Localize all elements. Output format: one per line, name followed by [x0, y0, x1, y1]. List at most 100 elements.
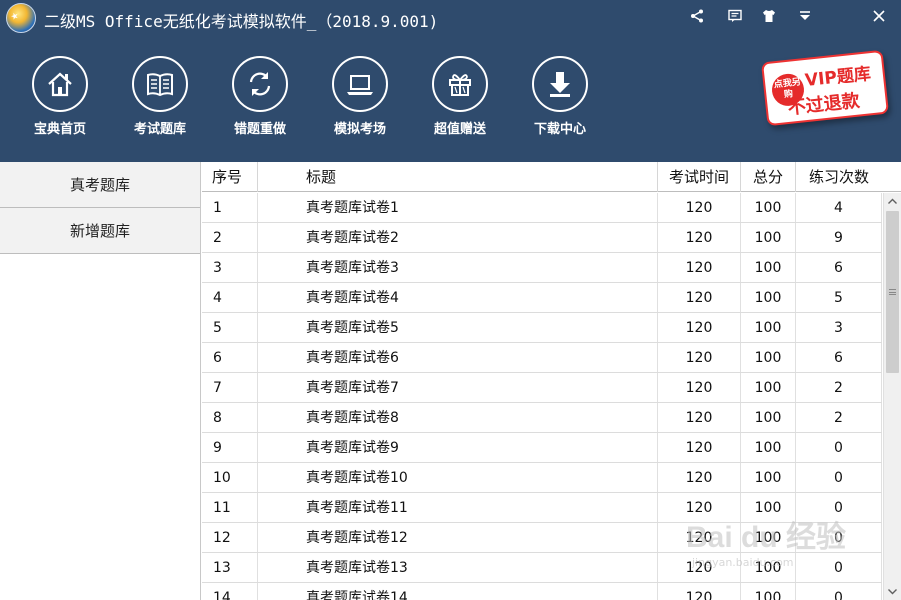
- skin-icon[interactable]: [758, 6, 780, 28]
- scroll-up-arrow-icon[interactable]: [884, 193, 901, 210]
- cell-practice-count: 0: [796, 433, 882, 462]
- cell-practice-count: 2: [796, 373, 882, 402]
- cell-total-score: 100: [741, 583, 796, 600]
- cell-exam-time: 120: [658, 493, 741, 522]
- cell-exam-time: 120: [658, 343, 741, 372]
- table-row[interactable]: 14 真考题库试卷14 120 100 0: [202, 583, 882, 600]
- cell-practice-count: 0: [796, 493, 882, 522]
- cell-title: 真考题库试卷1: [258, 193, 658, 222]
- cell-index: 10: [202, 463, 258, 492]
- toolbar-item-label: 下载中心: [533, 122, 586, 137]
- toolbar-item-label: 错题重做: [233, 122, 286, 137]
- cell-practice-count: 4: [796, 193, 882, 222]
- column-header-exam-time[interactable]: 考试时间: [658, 162, 741, 192]
- column-header-index[interactable]: 序号: [202, 162, 258, 192]
- cell-practice-count: 5: [796, 283, 882, 312]
- close-icon[interactable]: [868, 6, 890, 28]
- window-title: 二级MS Office无纸化考试模拟软件_（2018.9.001): [44, 12, 439, 31]
- cell-title: 真考题库试卷11: [258, 493, 658, 522]
- cell-title: 真考题库试卷12: [258, 523, 658, 552]
- table-row[interactable]: 4 真考题库试卷4 120 100 5: [202, 283, 882, 313]
- cell-total-score: 100: [741, 463, 796, 492]
- cell-practice-count: 6: [796, 343, 882, 372]
- cell-title: 真考题库试卷7: [258, 373, 658, 402]
- cell-index: 3: [202, 253, 258, 282]
- cell-total-score: 100: [741, 373, 796, 402]
- scrollbar-thumb[interactable]: [886, 211, 899, 373]
- cell-title: 真考题库试卷10: [258, 463, 658, 492]
- main-toolbar: 宝典首页 考试题库 错题重做 模拟考场 超值赠送 下载中心: [0, 44, 720, 144]
- refresh-icon: [232, 56, 288, 112]
- table-row[interactable]: 6 真考题库试卷6 120 100 6: [202, 343, 882, 373]
- cell-total-score: 100: [741, 553, 796, 582]
- cell-practice-count: 3: [796, 313, 882, 342]
- laptop-icon: [332, 56, 388, 112]
- cell-exam-time: 120: [658, 523, 741, 552]
- cell-index: 7: [202, 373, 258, 402]
- cell-title: 真考题库试卷4: [258, 283, 658, 312]
- share-icon[interactable]: [686, 6, 708, 28]
- toolbar-item-mock-exam[interactable]: 模拟考场: [320, 56, 400, 137]
- cell-exam-time: 120: [658, 193, 741, 222]
- cell-title: 真考题库试卷3: [258, 253, 658, 282]
- cell-index: 1: [202, 193, 258, 222]
- vertical-scrollbar[interactable]: [883, 193, 901, 600]
- column-header-title[interactable]: 标题: [258, 162, 658, 192]
- toolbar-item-exam-bank[interactable]: 考试题库: [120, 56, 200, 137]
- table-row[interactable]: 1 真考题库试卷1 120 100 4: [202, 193, 882, 223]
- sidebar: 真考题库 新增题库: [0, 162, 201, 600]
- menu-dropdown-icon[interactable]: [794, 6, 816, 28]
- vip-card: 点我另购 VIP题库 不过退款: [760, 49, 890, 127]
- message-icon[interactable]: [724, 6, 746, 28]
- cell-exam-time: 120: [658, 583, 741, 600]
- sidebar-item-real-exam-bank[interactable]: 真考题库: [0, 162, 200, 208]
- scroll-down-arrow-icon[interactable]: [884, 583, 901, 600]
- cell-index: 14: [202, 583, 258, 600]
- table-row[interactable]: 5 真考题库试卷5 120 100 3: [202, 313, 882, 343]
- exam-paper-table: 序号 标题 考试时间 总分 练习次数 1 真考题库试卷1 120 100 4 2 真考题库试…: [202, 162, 901, 600]
- cell-practice-count: 9: [796, 223, 882, 252]
- cell-index: 9: [202, 433, 258, 462]
- cell-total-score: 100: [741, 493, 796, 522]
- cell-exam-time: 120: [658, 283, 741, 312]
- table-row[interactable]: 7 真考题库试卷7 120 100 2: [202, 373, 882, 403]
- toolbar-item-home[interactable]: 宝典首页: [20, 56, 100, 137]
- cell-practice-count: 0: [796, 583, 882, 600]
- table-row[interactable]: 9 真考题库试卷9 120 100 0: [202, 433, 882, 463]
- cell-exam-time: 120: [658, 403, 741, 432]
- toolbar-item-download[interactable]: 下载中心: [520, 56, 600, 137]
- table-row[interactable]: 12 真考题库试卷12 120 100 0: [202, 523, 882, 553]
- cell-exam-time: 120: [658, 463, 741, 492]
- toolbar-item-gift[interactable]: 超值赠送: [420, 56, 500, 137]
- cell-total-score: 100: [741, 253, 796, 282]
- table-row[interactable]: 11 真考题库试卷11 120 100 0: [202, 493, 882, 523]
- cell-exam-time: 120: [658, 313, 741, 342]
- toolbar-item-label: 考试题库: [133, 122, 186, 137]
- vip-banner[interactable]: 点我另购 VIP题库 不过退款: [758, 49, 890, 134]
- cell-exam-time: 120: [658, 253, 741, 282]
- gift-icon: [432, 56, 488, 112]
- toolbar-item-label: 宝典首页: [33, 122, 86, 137]
- cell-exam-time: 120: [658, 433, 741, 462]
- table-row[interactable]: 3 真考题库试卷3 120 100 6: [202, 253, 882, 283]
- cell-practice-count: 0: [796, 523, 882, 552]
- sidebar-item-new-question-bank[interactable]: 新增题库: [0, 208, 200, 254]
- download-icon: [532, 56, 588, 112]
- cell-title: 真考题库试卷5: [258, 313, 658, 342]
- app-window: ★ 二级MS Office无纸化考试模拟软件_（2018.9.001) 宝典首页…: [0, 0, 901, 600]
- column-header-practice-count[interactable]: 练习次数: [796, 162, 882, 192]
- cell-exam-time: 120: [658, 553, 741, 582]
- table-row[interactable]: 10 真考题库试卷10 120 100 0: [202, 463, 882, 493]
- table-row[interactable]: 13 真考题库试卷13 120 100 0: [202, 553, 882, 583]
- cell-practice-count: 0: [796, 553, 882, 582]
- toolbar-item-label: 超值赠送: [433, 122, 486, 137]
- table-row[interactable]: 2 真考题库试卷2 120 100 9: [202, 223, 882, 253]
- table-row[interactable]: 8 真考题库试卷8 120 100 2: [202, 403, 882, 433]
- cell-total-score: 100: [741, 403, 796, 432]
- column-header-total-score[interactable]: 总分: [741, 162, 796, 192]
- cell-practice-count: 6: [796, 253, 882, 282]
- home-icon: [32, 56, 88, 112]
- cell-total-score: 100: [741, 433, 796, 462]
- cell-title: 真考题库试卷13: [258, 553, 658, 582]
- toolbar-item-redo-wrong[interactable]: 错题重做: [220, 56, 300, 137]
